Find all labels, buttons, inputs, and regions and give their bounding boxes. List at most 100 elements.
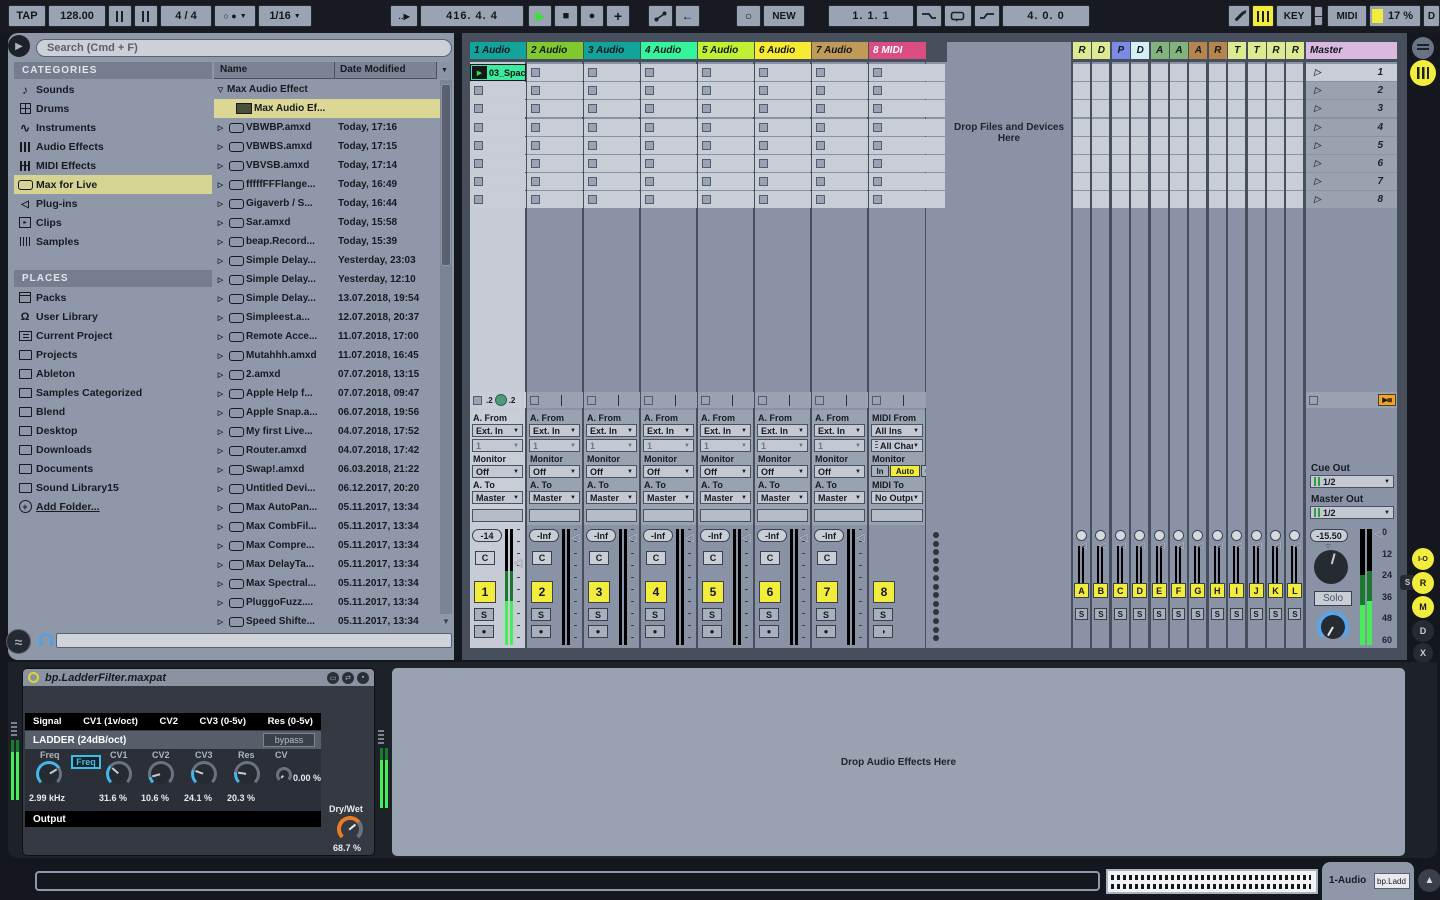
file-list-scrollbar[interactable] <box>440 80 452 614</box>
clip-slot[interactable] <box>869 64 926 81</box>
master-solo-button[interactable]: Solo <box>1314 591 1352 606</box>
narrow-clip-slot[interactable] <box>1247 82 1265 99</box>
file-row[interactable]: ▷ Speed Shifte... 05.11.2017, 13:34 <box>214 612 440 631</box>
return-activator[interactable]: F <box>1171 583 1186 598</box>
output-chooser[interactable]: Master ▼ <box>757 491 808 504</box>
disclosure-icon[interactable]: ▷ <box>214 466 227 474</box>
device-knob-res[interactable] <box>234 761 260 787</box>
file-row[interactable]: ▷ Max Spectral... 05.11.2017, 13:34 <box>214 574 440 593</box>
scene-play-icon[interactable]: ▷ <box>1314 194 1321 205</box>
return-fader[interactable]: ◁ <box>1213 540 1223 584</box>
clip-stop-icon[interactable] <box>531 159 540 168</box>
return-solo-button[interactable]: S <box>1133 608 1147 620</box>
solo-button[interactable]: S <box>759 608 779 621</box>
file-row[interactable]: ▷ fffffFFFlange... Today, 16:49 <box>214 175 440 194</box>
clip-slot[interactable] <box>527 173 583 190</box>
track-stop-button[interactable] <box>644 395 653 405</box>
narrow-clip-slot[interactable] <box>1208 137 1226 154</box>
disclosure-icon[interactable]: ▷ <box>214 333 227 341</box>
bypass-button[interactable]: bypass <box>263 733 315 747</box>
clip-slot[interactable] <box>755 173 811 190</box>
narrow-clip-slot[interactable] <box>1286 100 1304 117</box>
clip-slot[interactable] <box>812 64 868 81</box>
clip-stop-icon[interactable] <box>702 86 711 95</box>
narrow-clip-slot[interactable] <box>1170 155 1187 172</box>
pan-field[interactable]: C <box>760 551 780 565</box>
narrow-clip-slot[interactable] <box>1150 119 1168 136</box>
volume-field[interactable]: -14 <box>472 529 502 542</box>
file-root-row[interactable]: ▽ Max Audio Effect <box>214 80 452 99</box>
file-row[interactable]: ▷ Simple Delay... 13.07.2018, 19:54 <box>214 289 440 308</box>
clip-slot[interactable] <box>698 191 754 208</box>
clip-slot[interactable] <box>470 191 526 208</box>
narrow-clip-slot[interactable] <box>1111 191 1129 208</box>
track-header-7[interactable]: 7 Audio <box>812 42 868 59</box>
disclosure-icon[interactable]: ▷ <box>214 295 227 303</box>
clip-stop-icon[interactable] <box>816 104 825 113</box>
file-row[interactable]: ▷ Mutahhh.amxd 11.07.2018, 16:45 <box>214 346 440 365</box>
clip-slot[interactable] <box>527 100 583 117</box>
disclosure-icon[interactable]: ▷ <box>214 257 227 265</box>
clip-slot[interactable] <box>812 100 868 117</box>
volume-fader-handle[interactable]: ◁ <box>856 531 864 544</box>
disclosure-icon[interactable]: ▷ <box>214 200 227 208</box>
clip-stop-icon[interactable] <box>588 86 597 95</box>
file-row[interactable]: ▷ Max AutoPan... 05.11.2017, 13:34 <box>214 498 440 517</box>
clip-slot[interactable] <box>470 173 526 190</box>
clip-slot[interactable] <box>584 82 640 99</box>
track-name-box[interactable] <box>643 509 694 522</box>
narrow-clip-slot[interactable] <box>1228 137 1246 154</box>
clip-slot[interactable] <box>641 119 697 136</box>
sidebar-item-sounds[interactable]: Sounds <box>14 80 212 99</box>
chain-device-label[interactable]: bp.Ladd <box>1374 873 1410 889</box>
narrow-clip-slot[interactable] <box>1189 155 1207 172</box>
stop-all-clips-button[interactable]: ▶≣ <box>1378 394 1396 406</box>
file-row[interactable]: ▷ Sar.amxd Today, 15:58 <box>214 213 440 232</box>
narrow-clip-slot[interactable] <box>1267 64 1284 81</box>
disclosure-icon[interactable]: ▷ <box>214 542 227 550</box>
sidebar-item-user-library[interactable]: User Library <box>14 307 212 326</box>
file-row[interactable]: ▷ 2.amxd 07.07.2018, 13:15 <box>214 365 440 384</box>
sidebar-item-samples[interactable]: Samples <box>14 232 212 251</box>
track-header-6[interactable]: 6 Audio <box>755 42 811 59</box>
clip-stop-icon[interactable] <box>873 177 882 186</box>
master-pan-knob[interactable] <box>1314 550 1348 584</box>
file-row[interactable]: ▷ Swap!.amxd 06.03.2018, 21:22 <box>214 460 440 479</box>
narrow-track-header[interactable]: R <box>1208 42 1227 59</box>
track-name-box[interactable] <box>472 509 523 522</box>
narrow-clip-slot[interactable] <box>1150 173 1168 190</box>
clip-stop-icon[interactable] <box>702 68 711 77</box>
narrow-clip-slot[interactable] <box>1208 119 1226 136</box>
return-fader-handle[interactable]: ◁ <box>1119 540 1126 551</box>
narrow-clip-slot[interactable] <box>1267 82 1284 99</box>
drywet-knob[interactable] <box>337 816 363 842</box>
track-activator[interactable]: 7 <box>816 581 838 603</box>
disclosure-icon[interactable]: ▷ <box>214 181 227 189</box>
clip-stop-icon[interactable] <box>873 141 882 150</box>
session-record-button[interactable]: ○ <box>736 5 761 27</box>
output-chooser[interactable]: No Output▼ <box>871 491 923 504</box>
file-row[interactable]: ▷ Max CombFil... 05.11.2017, 13:34 <box>214 517 440 536</box>
narrow-clip-slot[interactable] <box>1092 191 1110 208</box>
clip-stop-icon[interactable] <box>816 159 825 168</box>
narrow-clip-slot[interactable] <box>1073 155 1090 172</box>
narrow-clip-slot[interactable] <box>1247 100 1265 117</box>
file-row[interactable]: ▷ beap.Record... Today, 15:39 <box>214 232 440 251</box>
clip-slot[interactable] <box>812 155 868 172</box>
track-activator[interactable]: 6 <box>759 581 781 603</box>
show-mixer-button[interactable]: M <box>1412 596 1434 618</box>
input-channel-chooser[interactable]: 1 ▼ <box>814 439 865 452</box>
narrow-track-header[interactable]: R <box>1267 42 1285 59</box>
show-hide-device-view-button[interactable]: ▲ <box>1418 869 1440 892</box>
monitor-chooser[interactable]: Off ▼ <box>529 465 580 478</box>
track-name-box[interactable] <box>814 509 865 522</box>
sidebar-item-instruments[interactable]: Instruments <box>14 118 212 137</box>
knob-value[interactable]: 31.6 % <box>99 793 127 803</box>
output-chooser[interactable]: Master ▼ <box>643 491 694 504</box>
narrow-clip-slot[interactable] <box>1131 119 1149 136</box>
search-input[interactable]: Search (Cmd + F) <box>36 39 452 57</box>
monitor-auto-button[interactable]: Auto <box>890 465 920 477</box>
narrow-clip-slot[interactable] <box>1228 64 1246 81</box>
clip-stop-icon[interactable] <box>702 104 711 113</box>
device-knob-freq[interactable] <box>36 761 62 787</box>
